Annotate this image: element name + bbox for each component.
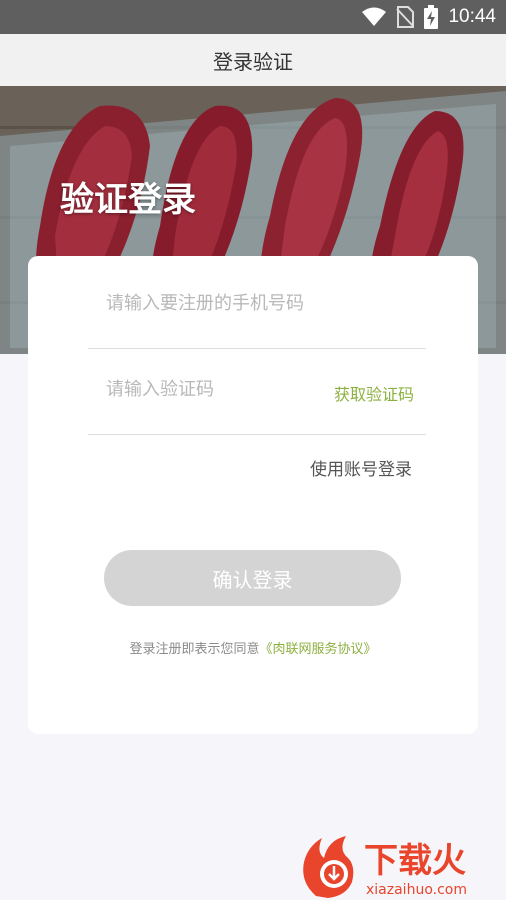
title-bar: 登录验证 xyxy=(0,34,506,86)
watermark-logo: 下载火 xiazaihuo.com xyxy=(303,836,467,898)
confirm-login-button[interactable]: 确认登录 xyxy=(104,550,401,606)
watermark-brand: 下载火 xyxy=(364,841,466,881)
verification-code-input[interactable] xyxy=(104,378,328,401)
agreement-text: 登录注册即表示您同意《肉联网服务协议》 xyxy=(28,638,478,657)
status-time: 10:44 xyxy=(448,6,496,27)
agreement-prefix: 登录注册即表示您同意 xyxy=(129,642,260,657)
code-field: 获取验证码 xyxy=(88,348,426,435)
watermark-domain: xiazaihuo.com xyxy=(366,882,467,898)
get-code-button[interactable]: 获取验证码 xyxy=(334,381,414,405)
service-agreement-link[interactable]: 《肉联网服务协议》 xyxy=(260,642,377,657)
phone-field xyxy=(88,262,426,349)
status-icons: 10:44 xyxy=(362,0,496,34)
account-login-link[interactable]: 使用账号登录 xyxy=(310,455,412,480)
login-card: 获取验证码 使用账号登录 确认登录 登录注册即表示您同意《肉联网服务协议》 xyxy=(28,256,478,734)
hero-title: 验证登录 xyxy=(60,180,196,220)
phone-input[interactable] xyxy=(104,292,328,315)
status-bar: 10:44 xyxy=(0,0,506,34)
no-sim-icon xyxy=(396,6,415,28)
battery-charging-icon xyxy=(424,5,439,29)
page-title: 登录验证 xyxy=(213,49,293,74)
wifi-icon xyxy=(362,7,387,26)
